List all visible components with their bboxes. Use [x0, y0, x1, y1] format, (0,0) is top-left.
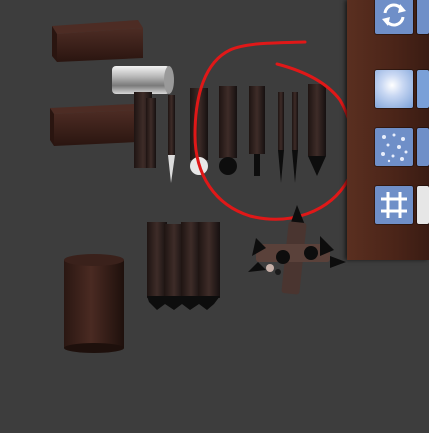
grid-tool-button[interactable]	[375, 186, 413, 224]
hash-grid-icon	[381, 192, 407, 218]
pointed-spike-row[interactable]	[168, 84, 326, 183]
rotate-tool-button[interactable]	[375, 0, 413, 34]
dark-barrel-cylinder[interactable]	[64, 254, 124, 353]
grid-tool-button-partial[interactable]	[417, 186, 429, 224]
scatter-tool-button-partial[interactable]	[417, 128, 429, 166]
scatter-tool-button[interactable]	[375, 128, 413, 166]
metal-cylinder[interactable]	[112, 66, 174, 94]
dark-beam-middle[interactable]	[50, 104, 138, 146]
dark-beam-top[interactable]	[52, 20, 143, 62]
rotate-tool-button-partial[interactable]	[417, 0, 429, 34]
dots-pattern-icon	[381, 133, 408, 163]
blur-tool-button[interactable]	[375, 70, 413, 108]
texture-tool-panel	[347, 0, 429, 260]
spiked-stake-bundle[interactable]	[147, 222, 220, 310]
blur-tool-button-partial[interactable]	[417, 70, 429, 108]
red-annotation-circle	[193, 40, 356, 221]
circular-arrows-icon	[382, 3, 406, 27]
candle-stick-bundle[interactable]	[134, 92, 156, 168]
